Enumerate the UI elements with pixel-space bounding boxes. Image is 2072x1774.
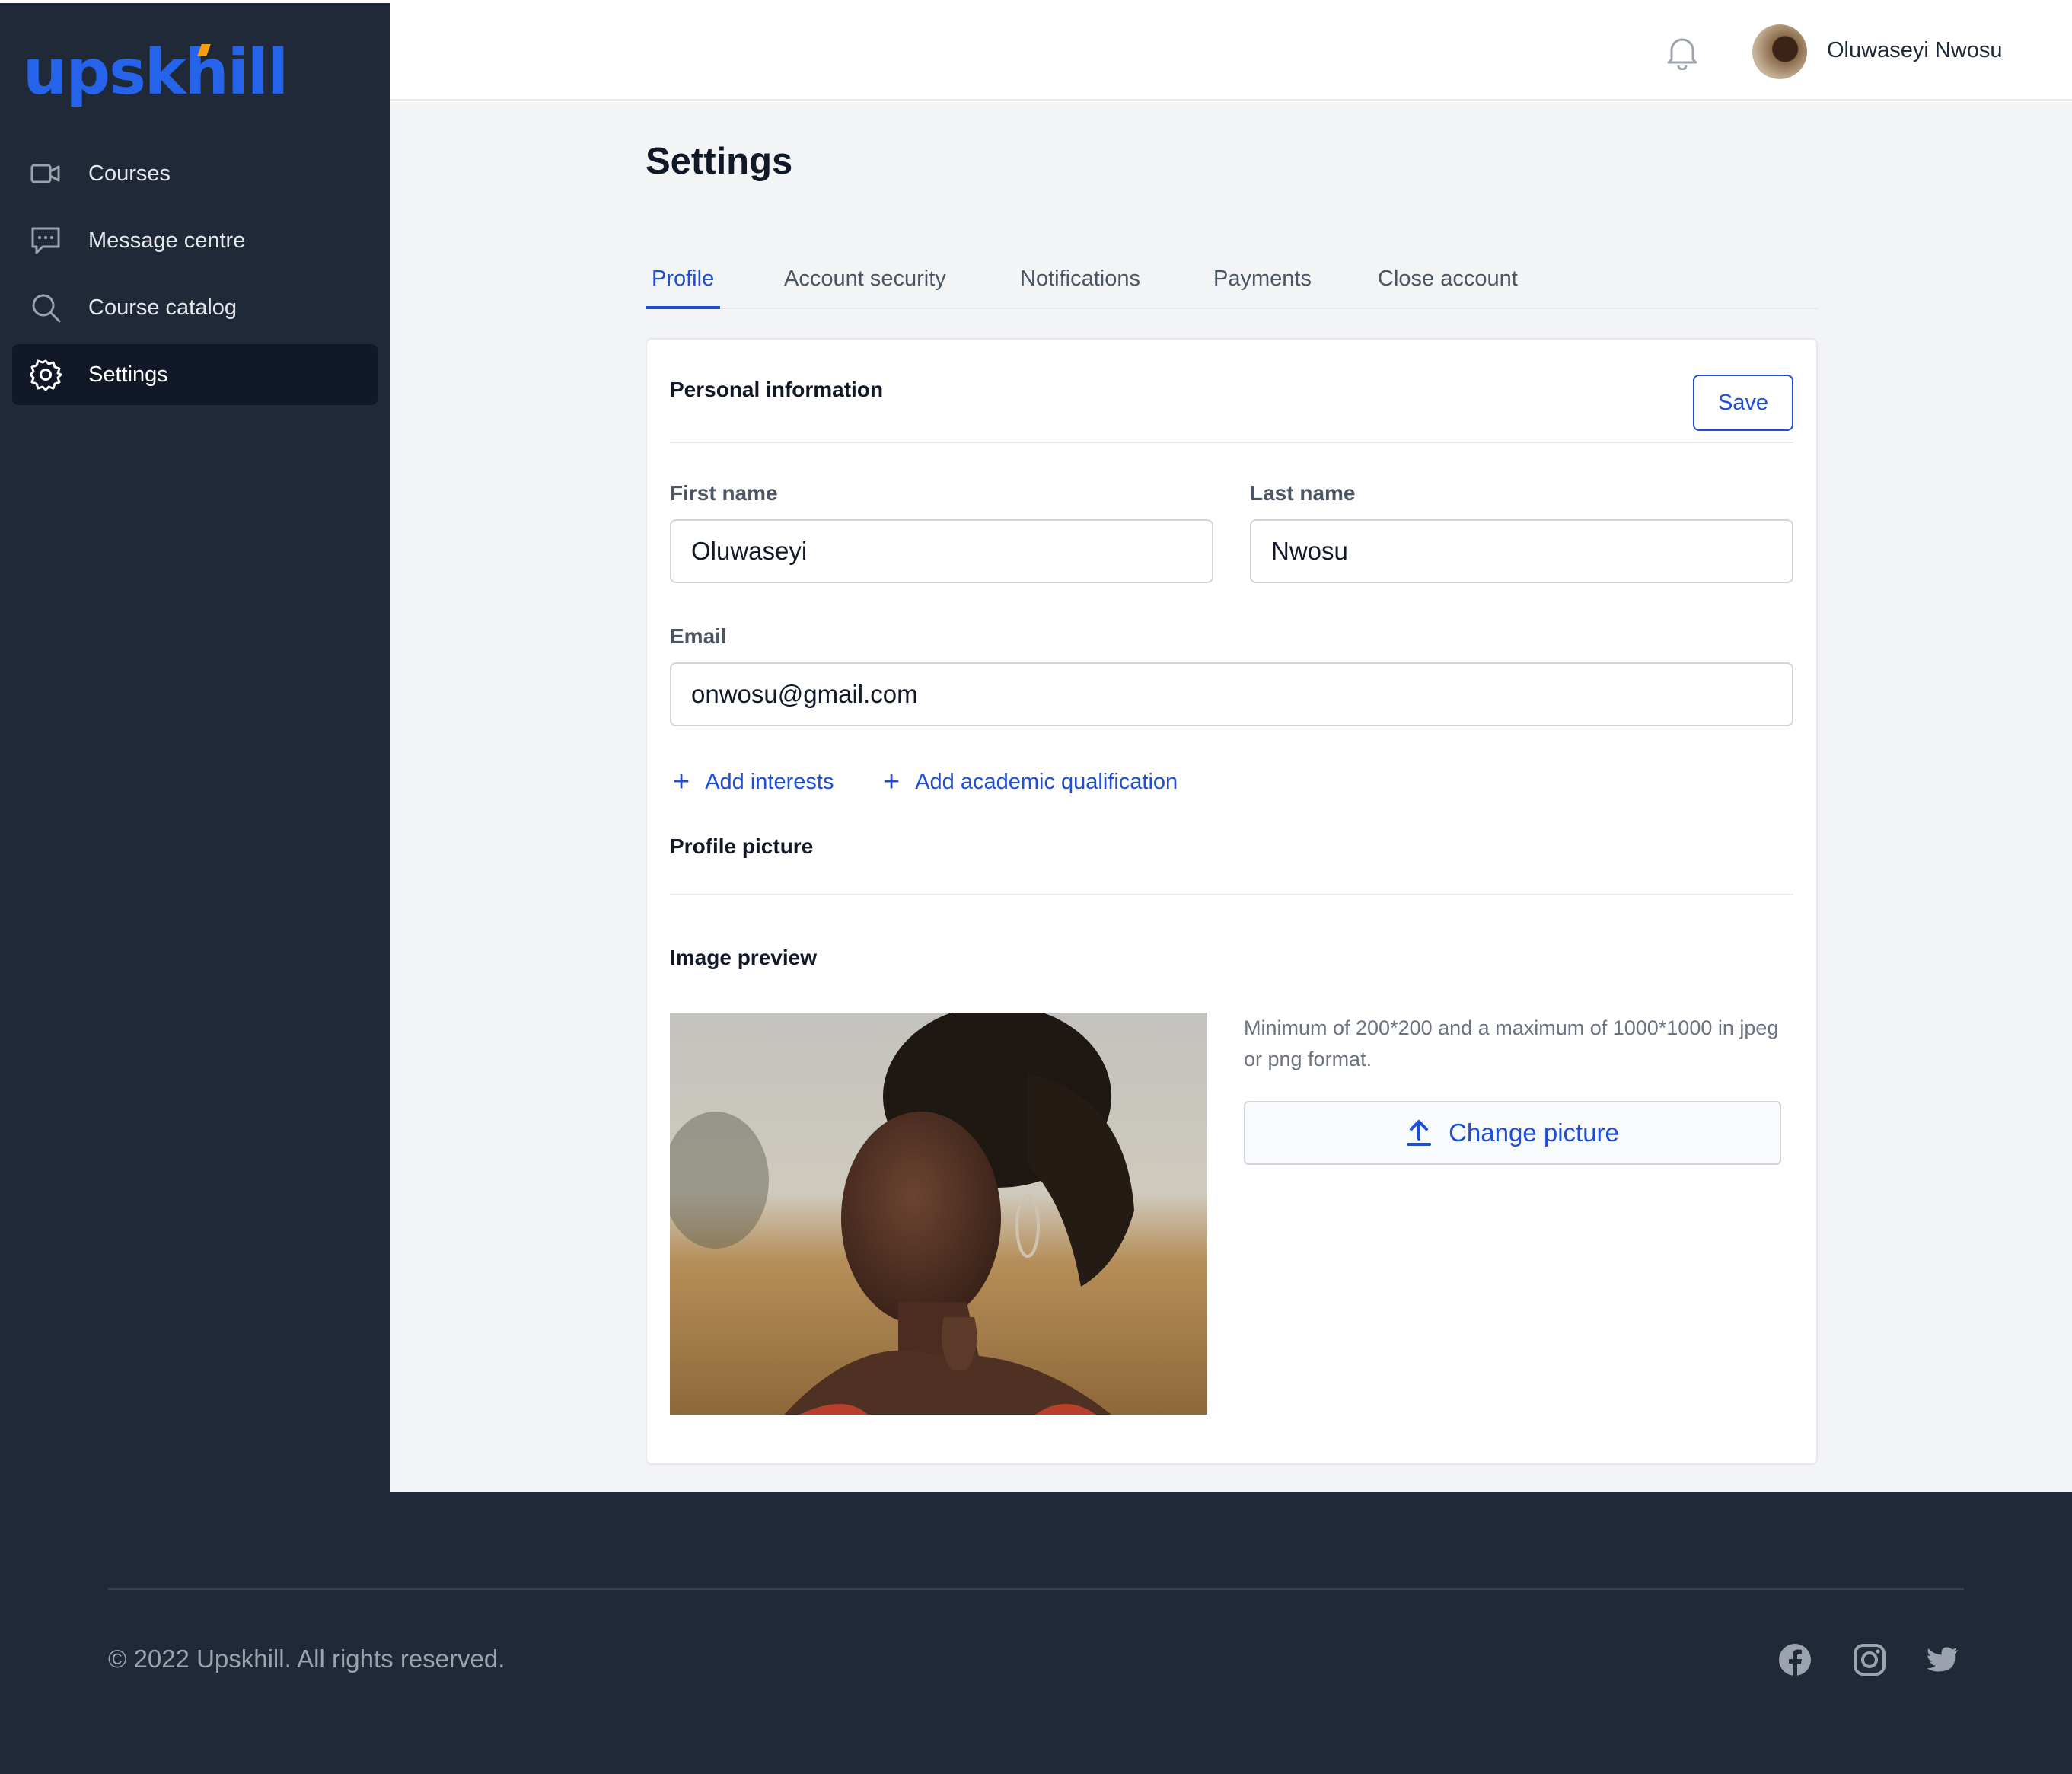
footer-divider (108, 1588, 1964, 1590)
sidebar-item-settings[interactable]: Settings (12, 344, 378, 405)
divider (670, 442, 1793, 443)
upload-icon (1407, 1120, 1432, 1146)
twitter-icon[interactable] (1924, 1642, 1961, 1678)
brand-logo[interactable]: upskhill (23, 37, 288, 109)
user-name[interactable]: Oluwaseyi Nwosu (1827, 38, 2002, 63)
add-qualification-label: Add academic qualification (915, 769, 1178, 794)
plus-icon: + (883, 766, 901, 798)
add-interests-link[interactable]: + Add interests (673, 767, 834, 796)
bell-icon[interactable] (1666, 34, 1699, 71)
tab-close-account[interactable]: Close account (1372, 247, 1524, 309)
copyright-text: © 2022 Upskhill. All rights reserved. (108, 1645, 505, 1673)
last-name-field[interactable] (1250, 519, 1793, 583)
add-qualification-link[interactable]: + Add academic qualification (883, 767, 1178, 796)
sidebar-item-course-catalog[interactable]: Course catalog (12, 277, 378, 338)
add-interests-label: Add interests (705, 769, 834, 794)
change-picture-button[interactable]: Change picture (1244, 1101, 1781, 1165)
video-icon (29, 157, 62, 190)
picture-hint: Minimum of 200*200 and a maximum of 1000… (1244, 1016, 1779, 1070)
sidebar-item-message-centre[interactable]: Message centre (12, 210, 378, 271)
last-name-label: Last name (1250, 481, 1356, 505)
first-name-label: First name (670, 481, 778, 505)
instagram-icon[interactable] (1851, 1642, 1888, 1678)
portrait-illustration (670, 1013, 1207, 1415)
gear-icon (29, 358, 62, 391)
avatar[interactable] (1752, 24, 1807, 79)
sidebar-item-label: Settings (88, 362, 168, 387)
footer: © 2022 Upskhill. All rights reserved. (0, 1492, 2072, 1774)
sidebar-item-label: Message centre (88, 228, 246, 253)
sidebar-item-courses[interactable]: Courses (12, 143, 378, 204)
tab-payments[interactable]: Payments (1207, 247, 1318, 309)
first-name-field[interactable] (670, 519, 1213, 583)
sidebar-item-label: Course catalog (88, 295, 237, 320)
personal-information-title: Personal information (670, 378, 884, 401)
profile-picture-title: Profile picture (670, 834, 814, 858)
image-preview-title: Image preview (670, 946, 817, 969)
plus-icon: + (673, 766, 690, 798)
email-field[interactable] (670, 662, 1793, 726)
settings-tabs: Profile Account security Notifications P… (646, 247, 1818, 309)
tab-notifications[interactable]: Notifications (1014, 247, 1146, 309)
profile-card: Personal information Save First name Las… (646, 338, 1818, 1465)
divider (670, 894, 1793, 895)
facebook-icon[interactable] (1777, 1642, 1813, 1678)
change-picture-label: Change picture (1449, 1118, 1619, 1147)
app-root: upskhill Courses Message centre Course c… (0, 0, 2072, 1774)
profile-image-preview (670, 1013, 1207, 1415)
main-content: Settings Profile Account security Notifi… (390, 102, 2072, 1492)
top-bar: Oluwaseyi Nwosu (390, 0, 2072, 101)
page-title: Settings (646, 141, 793, 182)
email-label: Email (670, 624, 727, 648)
tab-profile[interactable]: Profile (646, 247, 721, 309)
save-button[interactable]: Save (1693, 375, 1793, 431)
sidebar: upskhill Courses Message centre Course c… (0, 3, 390, 1492)
search-icon (29, 291, 62, 324)
sidebar-item-label: Courses (88, 161, 171, 186)
tab-account-security[interactable]: Account security (778, 247, 952, 309)
chat-icon (29, 224, 62, 257)
